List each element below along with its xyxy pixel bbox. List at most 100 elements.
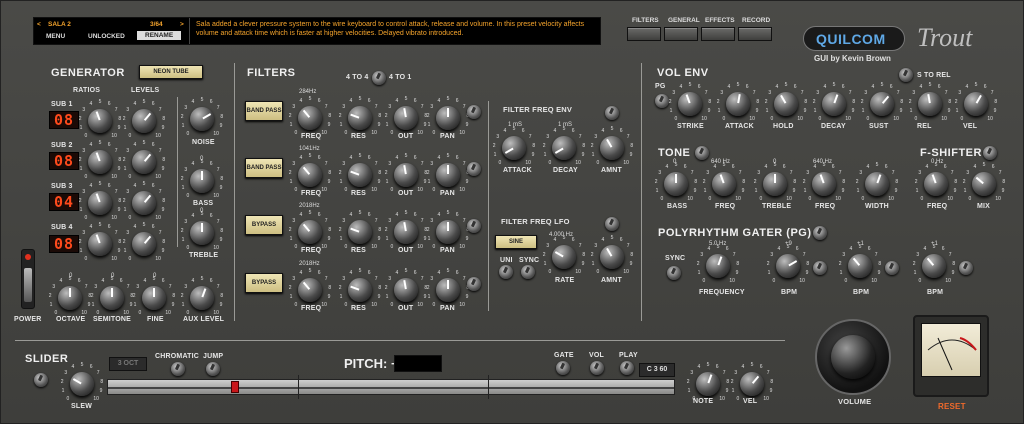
play-toggle[interactable]	[620, 361, 634, 375]
filter-env-attack-knob[interactable]: 0 1 2 3 4 5 6 7 8 9 10	[491, 125, 537, 171]
sub1-level-knob[interactable]: 0 1 2 3 4 5 6 7 8 9 10	[121, 98, 167, 144]
sub4-ratio-display[interactable]: 08	[49, 235, 79, 253]
fine-knob[interactable]: 0 1 2 3 4 5 6 7 8 9 10	[131, 275, 177, 321]
filter-routing-toggle[interactable]	[372, 71, 386, 85]
lfo-sync-toggle[interactable]	[521, 265, 535, 279]
sub3-ratio-display[interactable]: 04	[49, 193, 79, 211]
filter4-mode-button[interactable]: BYPASS	[245, 273, 283, 293]
tone-toggle[interactable]	[695, 146, 709, 160]
volenv-attack-knob[interactable]: 0 1 2 3 4 5 6 7 8 9 10	[715, 81, 761, 127]
vol-toggle[interactable]	[590, 361, 604, 375]
poly-toggle[interactable]	[813, 226, 827, 240]
tone-freq2-knob[interactable]: 0 1 2 3 4 5 6 7 8 9 10	[801, 161, 847, 207]
svg-text:4: 4	[350, 212, 353, 218]
neon-tube-button[interactable]: NEON TUBE	[139, 65, 203, 79]
volenv-vel-knob[interactable]: 0 1 2 3 4 5 6 7 8 9 10	[953, 81, 999, 127]
poly-sync-toggle[interactable]	[667, 266, 681, 280]
sub1-ratio-knob[interactable]: 0 1 2 3 4 5 6 7 8 9 10	[77, 98, 123, 144]
nav-button-filters[interactable]	[627, 27, 661, 41]
rename-button[interactable]: RENAME	[137, 31, 182, 40]
octave-range-display[interactable]: 3 OCT	[109, 357, 147, 371]
volume-knob[interactable]	[815, 319, 891, 395]
note-display[interactable]: C 3 60	[639, 363, 675, 377]
filter3-mode-button[interactable]: BYPASS	[245, 215, 283, 235]
svg-text:9: 9	[172, 302, 175, 308]
pitch-slider[interactable]	[107, 375, 675, 399]
svg-text:6: 6	[414, 212, 417, 218]
svg-text:2: 2	[339, 227, 342, 233]
nav-button-effects[interactable]	[701, 27, 735, 41]
sub2-ratio-display[interactable]: 08	[49, 152, 79, 170]
lfo-amount-label: AMNT	[601, 277, 623, 284]
filter-env-toggle[interactable]	[605, 106, 619, 120]
filter3-toggle[interactable]	[467, 219, 481, 233]
nav-button-general[interactable]	[664, 27, 698, 41]
lfo-amount-knob[interactable]: 0 1 2 3 4 5 6 7 8 9 10	[589, 234, 635, 280]
fshifter-toggle[interactable]	[983, 146, 997, 160]
svg-text:2: 2	[79, 157, 82, 163]
power-switch[interactable]	[21, 249, 35, 309]
volenv-rel-knob[interactable]: 0 1 2 3 4 5 6 7 8 9 10	[907, 81, 953, 127]
reset-button[interactable]: RESET	[938, 402, 966, 411]
gen-treble-knob[interactable]: 0 1 2 3 4 5 6 7 8 9 10	[179, 210, 225, 256]
filter2-mode-button[interactable]: BAND PASS	[245, 158, 283, 178]
unlocked-button[interactable]: UNLOCKED	[88, 33, 125, 40]
svg-text:4: 4	[867, 164, 870, 170]
svg-text:9: 9	[708, 108, 711, 114]
poly-frequency-knob[interactable]: 0 1 2 3 4 5 6 7 8 9 10	[695, 243, 741, 289]
tone-freq1-knob[interactable]: 0 1 2 3 4 5 6 7 8 9 10	[701, 161, 747, 207]
semitone-knob[interactable]: 0 1 2 3 4 5 6 7 8 9 10	[89, 275, 135, 321]
sub4-level-knob[interactable]: 0 1 2 3 4 5 6 7 8 9 10	[121, 221, 167, 267]
prev-preset-icon[interactable]: <	[37, 21, 41, 28]
width-knob[interactable]: 0 1 2 3 4 5 6 7 8 9 10	[854, 161, 900, 207]
sub1-ratio-display[interactable]: 08	[49, 111, 79, 129]
noise-knob[interactable]: 0 1 2 3 4 5 6 7 8 9 10	[179, 96, 225, 142]
tone-bass-knob[interactable]: 0 1 2 3 4 5 6 7 8 9 10	[653, 161, 699, 207]
gate-toggle[interactable]	[556, 361, 570, 375]
bpm3-knob[interactable]: 0 1 2 3 4 5 6 7 8 9 10	[911, 243, 957, 289]
bpm2-toggle[interactable]	[885, 261, 899, 275]
volenv-decay-knob[interactable]: 0 1 2 3 4 5 6 7 8 9 10	[811, 81, 857, 127]
s-to-rel-toggle[interactable]	[899, 68, 913, 82]
bpm1-toggle[interactable]	[813, 261, 827, 275]
sub2-level-knob[interactable]: 0 1 2 3 4 5 6 7 8 9 10	[121, 139, 167, 185]
filter-lfo-toggle[interactable]	[605, 217, 619, 231]
filter-env-amount-knob[interactable]: 0 1 2 3 4 5 6 7 8 9 10	[589, 125, 635, 171]
knob-cap	[190, 169, 214, 193]
tone-treble-knob[interactable]: 0 1 2 3 4 5 6 7 8 9 10	[752, 161, 798, 207]
jump-toggle[interactable]	[206, 362, 220, 376]
bpm3-toggle[interactable]	[959, 261, 973, 275]
pitch-slider-thumb[interactable]	[230, 381, 239, 393]
fshifter-mix-knob[interactable]: 0 1 2 3 4 5 6 7 8 9 10	[961, 161, 1007, 207]
svg-text:0: 0	[969, 196, 972, 202]
sub3-ratio-knob[interactable]: 0 1 2 3 4 5 6 7 8 9 10	[77, 180, 123, 226]
volenv-hold-knob[interactable]: 0 1 2 3 4 5 6 7 8 9 10	[763, 81, 809, 127]
next-preset-icon[interactable]: >	[180, 21, 184, 28]
filter2-toggle[interactable]	[467, 162, 481, 176]
lfo-uni-toggle[interactable]	[499, 265, 513, 279]
slider-toggle[interactable]	[34, 373, 48, 387]
filter1-toggle[interactable]	[467, 105, 481, 119]
svg-text:4: 4	[776, 84, 779, 90]
filter-env-decay-knob[interactable]: 0 1 2 3 4 5 6 7 8 9 10	[541, 125, 587, 171]
sub3-level-knob[interactable]: 0 1 2 3 4 5 6 7 8 9 10	[121, 180, 167, 226]
aux-level-knob[interactable]: 0 1 2 3 4 5 6 7 8 9 10	[179, 275, 225, 321]
filter1-mode-button[interactable]: BAND PASS	[245, 101, 283, 121]
volenv-strike-knob[interactable]: 0 1 2 3 4 5 6 7 8 9 10	[667, 81, 713, 127]
lfo-rate-knob[interactable]: 0 1 2 3 4 5 6 7 8 9 10	[541, 234, 587, 280]
filter4-toggle[interactable]	[467, 277, 481, 291]
nav-button-record[interactable]	[738, 27, 772, 41]
sub2-ratio-knob[interactable]: 0 1 2 3 4 5 6 7 8 9 10	[77, 139, 123, 185]
octave-knob[interactable]: 0 1 2 3 4 5 6 7 8 9 10	[47, 275, 93, 321]
bpm2-knob[interactable]: 0 1 2 3 4 5 6 7 8 9 10	[837, 243, 883, 289]
volenv-sust-knob[interactable]: 0 1 2 3 4 5 6 7 8 9 10	[859, 81, 905, 127]
fshifter-freq-knob[interactable]: 0 1 2 3 4 5 6 7 8 9 10	[913, 161, 959, 207]
svg-text:5: 5	[737, 82, 740, 88]
slew-knob[interactable]: 0 1 2 3 4 5 6 7 8 9 10	[59, 361, 105, 407]
bpm1-knob[interactable]: 0 1 2 3 4 5 6 7 8 9 10	[765, 243, 811, 289]
menu-button[interactable]: MENU	[46, 33, 65, 40]
sub4-ratio-knob[interactable]: 0 1 2 3 4 5 6 7 8 9 10	[77, 221, 123, 267]
lfo-wave-button[interactable]: SINE	[495, 235, 537, 249]
chromatic-toggle[interactable]	[171, 362, 185, 376]
gen-bass-knob[interactable]: 0 1 2 3 4 5 6 7 8 9 10	[179, 158, 225, 204]
